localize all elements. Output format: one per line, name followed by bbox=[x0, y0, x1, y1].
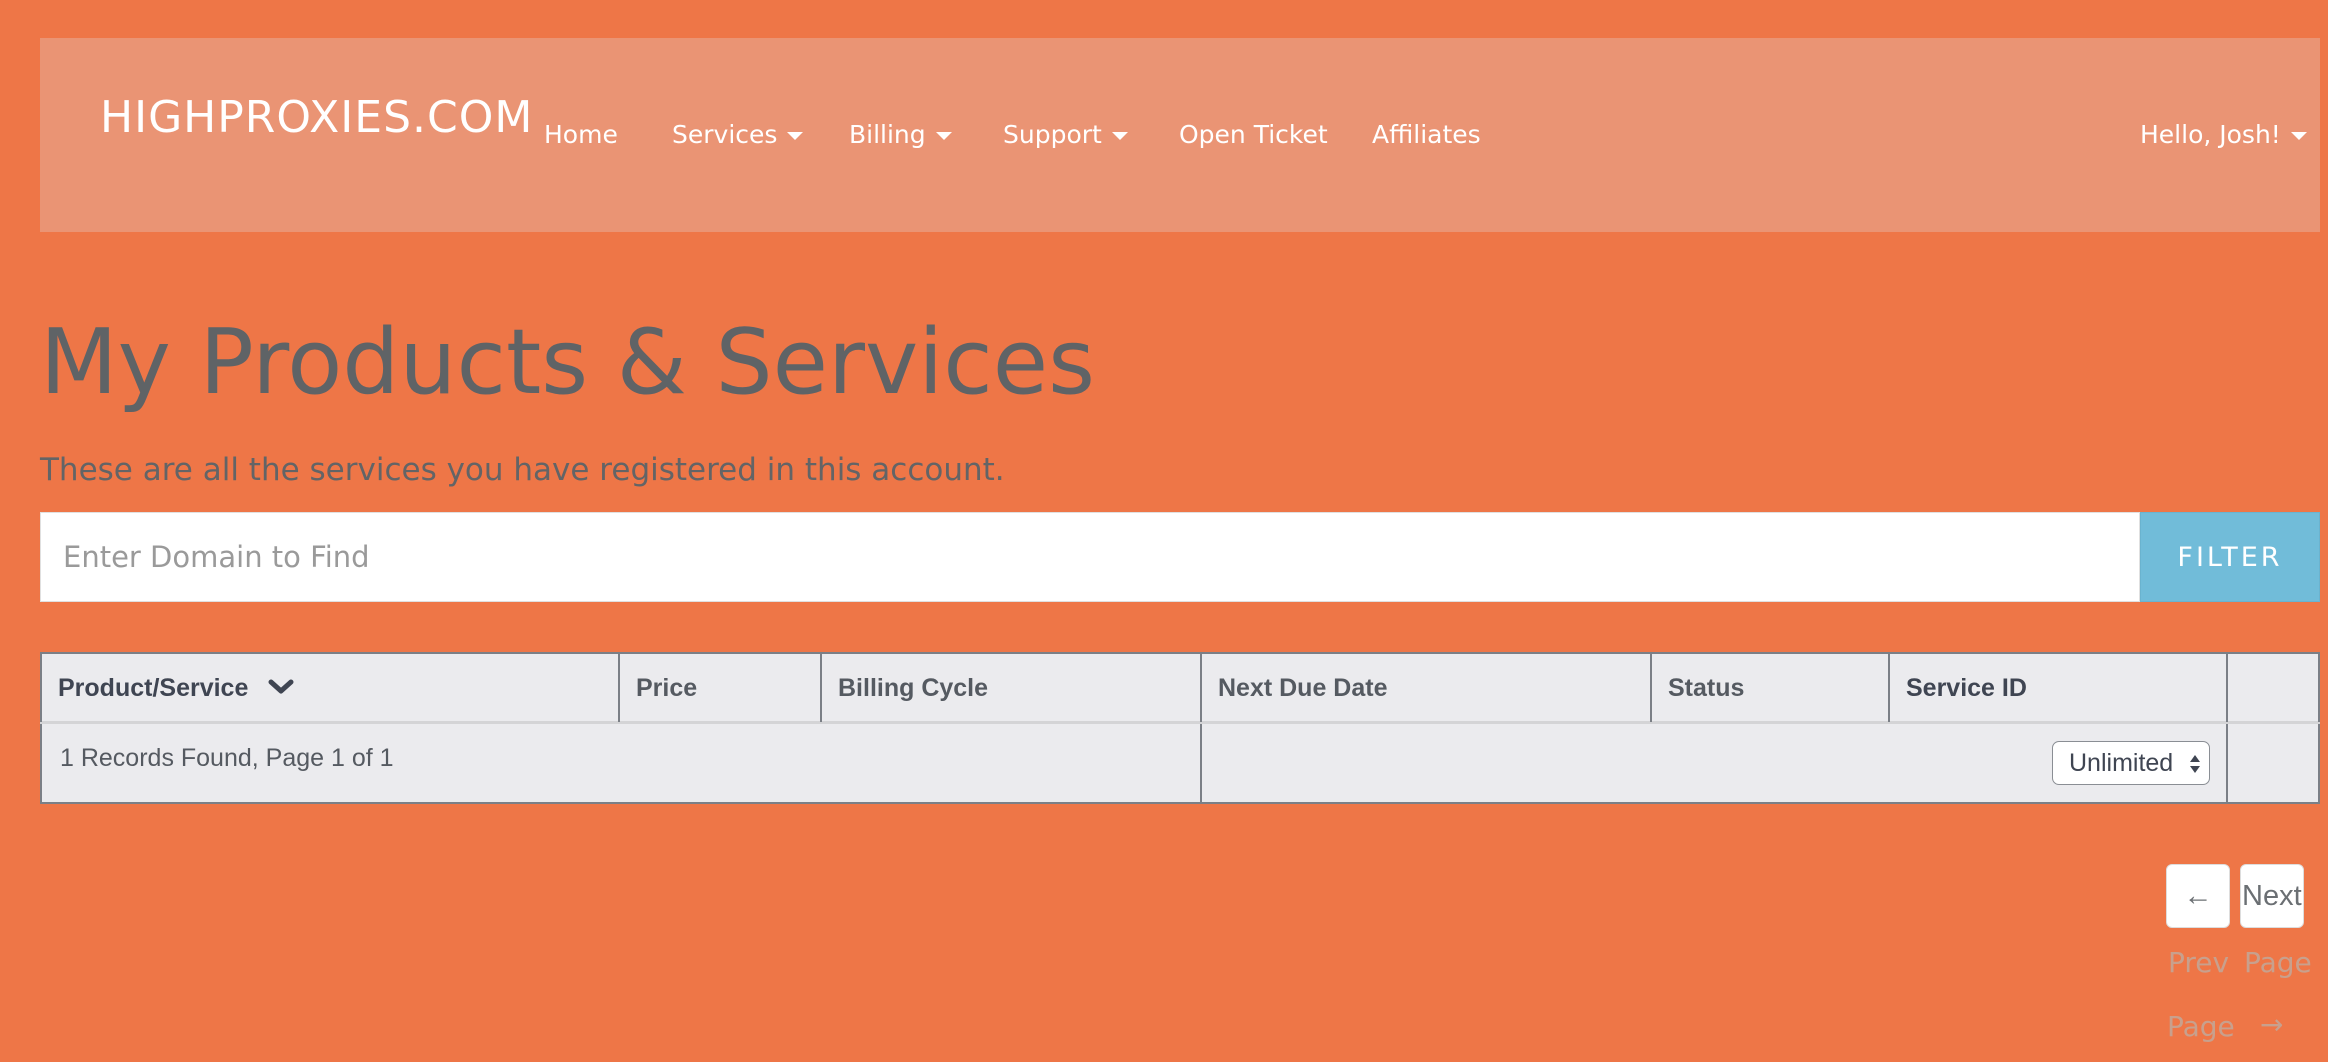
domain-search-input[interactable] bbox=[40, 512, 2140, 602]
prev-label: Prev bbox=[2168, 946, 2230, 979]
sort-chevron-down-icon bbox=[268, 674, 294, 703]
caret-down-icon bbox=[787, 132, 804, 140]
next-page-label: Next bbox=[2242, 879, 2302, 912]
next-page-button[interactable]: Next bbox=[2240, 864, 2304, 928]
column-billing-cycle[interactable]: Billing Cycle bbox=[820, 654, 1200, 722]
records-info-cell: 1 Records Found, Page 1 of 1 bbox=[40, 724, 1200, 802]
records-info: 1 Records Found, Page 1 of 1 bbox=[60, 744, 394, 772]
actions-cell bbox=[2226, 724, 2320, 802]
filter-button[interactable]: FILTER bbox=[2140, 512, 2320, 602]
table-footer-row: 1 Records Found, Page 1 of 1 Unlimited bbox=[40, 724, 2320, 804]
page: HIGHPROXIES.COM Home Services Billing Su… bbox=[0, 0, 2328, 1062]
column-status[interactable]: Status bbox=[1650, 654, 1888, 722]
nav-support[interactable]: Support bbox=[1003, 120, 1128, 149]
nav-home[interactable]: Home bbox=[544, 120, 618, 149]
prev-page-label: Page bbox=[2167, 1010, 2235, 1043]
nav-services-label: Services bbox=[672, 120, 778, 149]
column-next-due-date-label: Next Due Date bbox=[1218, 673, 1388, 702]
arrow-left-icon: ← bbox=[2183, 879, 2213, 912]
select-arrows-icon bbox=[2190, 755, 2200, 773]
prev-page-button[interactable]: ← bbox=[2166, 864, 2230, 928]
user-menu[interactable]: Hello, Josh! bbox=[2140, 120, 2307, 149]
nav-billing[interactable]: Billing bbox=[849, 120, 952, 149]
arrow-right-icon: → bbox=[2260, 1008, 2284, 1041]
column-price[interactable]: Price bbox=[618, 654, 820, 722]
records-per-page-value: Unlimited bbox=[2069, 748, 2174, 777]
page-title: My Products & Services bbox=[40, 310, 1096, 415]
column-product-service[interactable]: Product/Service bbox=[40, 654, 618, 722]
next-page-word: Page bbox=[2244, 946, 2312, 979]
nav-open-ticket[interactable]: Open Ticket bbox=[1179, 120, 1328, 149]
column-service-id-label: Service ID bbox=[1906, 673, 2027, 702]
column-next-due-date[interactable]: Next Due Date bbox=[1200, 654, 1650, 722]
user-menu-label: Hello, Josh! bbox=[2140, 120, 2281, 149]
column-billing-cycle-label: Billing Cycle bbox=[838, 673, 989, 702]
column-service-id[interactable]: Service ID bbox=[1888, 654, 2226, 722]
caret-down-icon bbox=[2290, 132, 2307, 140]
records-per-page-select[interactable]: Unlimited bbox=[2052, 741, 2210, 785]
nav-affiliates-label: Affiliates bbox=[1372, 120, 1481, 149]
navbar: HIGHPROXIES.COM Home Services Billing Su… bbox=[40, 38, 2320, 232]
nav-services[interactable]: Services bbox=[672, 120, 804, 149]
column-price-label: Price bbox=[636, 673, 698, 702]
nav-billing-label: Billing bbox=[849, 120, 926, 149]
brand-logo[interactable]: HIGHPROXIES.COM bbox=[100, 92, 533, 143]
services-table: Product/Service Price Billing Cycle Next… bbox=[40, 652, 2320, 804]
column-product-service-label: Product/Service bbox=[58, 673, 249, 702]
nav-support-label: Support bbox=[1003, 120, 1102, 149]
caret-down-icon bbox=[935, 132, 952, 140]
column-status-label: Status bbox=[1668, 673, 1745, 702]
nav-home-label: Home bbox=[544, 120, 618, 149]
caret-down-icon bbox=[1111, 132, 1128, 140]
nav-open-ticket-label: Open Ticket bbox=[1179, 120, 1328, 149]
column-actions bbox=[2226, 654, 2320, 722]
length-select-cell: Unlimited bbox=[1200, 724, 2226, 802]
table-header: Product/Service Price Billing Cycle Next… bbox=[40, 652, 2320, 724]
nav-affiliates[interactable]: Affiliates bbox=[1372, 120, 1481, 149]
page-subtitle: These are all the services you have regi… bbox=[40, 452, 1005, 488]
